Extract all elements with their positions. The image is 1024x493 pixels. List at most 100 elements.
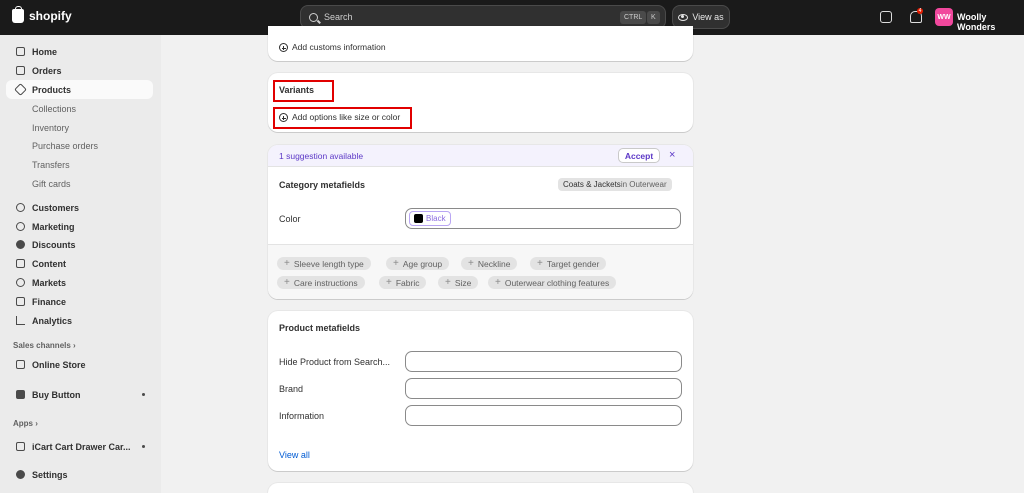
sidebar-item-label: Collections <box>32 103 77 114</box>
sidebar-item-label: Analytics <box>32 315 73 326</box>
information-label: Information <box>279 411 325 421</box>
sidebar-item-purchase-orders[interactable]: Purchase orders <box>6 136 153 155</box>
sales-channels-label: Sales channels <box>13 341 71 350</box>
shipping-card: Add customs information <box>268 26 693 61</box>
category-metafields-title: Category metafields <box>279 180 366 190</box>
pill-sleeve-length[interactable]: + Sleeve length type <box>277 257 371 270</box>
plus-icon: + <box>284 258 290 269</box>
sidebar-item-collections[interactable]: Collections <box>6 99 153 118</box>
add-customs-link[interactable]: Add customs information <box>279 42 386 53</box>
sidebar-item-home[interactable]: Home <box>6 42 153 61</box>
store-name[interactable]: Woolly Wonders <box>957 12 1024 32</box>
sales-channels-heading[interactable]: Sales channels › <box>13 341 76 350</box>
sidebar-item-markets[interactable]: Markets <box>6 273 153 292</box>
sidekick-icon[interactable] <box>880 11 892 23</box>
view-all-link[interactable]: View all <box>279 450 310 460</box>
shortcut-k-key: K <box>647 11 660 24</box>
color-chip[interactable]: Black <box>409 211 451 226</box>
sidebar-item-transfers[interactable]: Transfers <box>6 155 153 174</box>
pill-label: Care instructions <box>293 277 358 288</box>
search-icon <box>309 12 318 22</box>
add-options-button[interactable]: Add options like size or color <box>279 112 401 123</box>
category-name: Coats & Jackets <box>563 180 621 189</box>
color-value: Black <box>426 214 446 223</box>
pill-label: Fabric <box>395 277 420 288</box>
sidebar-item-content[interactable]: Content <box>6 254 153 273</box>
variants-card: Variants Add options like size or color <box>268 73 693 132</box>
category-metafields-card: 1 suggestion available Accept × Category… <box>268 145 693 299</box>
pill-label: Target gender <box>546 258 600 269</box>
chart-icon <box>16 316 25 325</box>
gear-icon <box>16 470 25 479</box>
product-metafields-card: Product metafields Hide Product from Sea… <box>268 311 693 471</box>
sidebar-item-icart[interactable]: iCart Cart Drawer Car... <box>6 437 153 456</box>
suggestion-banner: 1 suggestion available Accept × <box>268 145 693 167</box>
pill-fabric[interactable]: + Fabric <box>379 276 427 289</box>
pill-care-instructions[interactable]: + Care instructions <box>277 276 365 289</box>
sidebar-item-products[interactable]: Products <box>6 80 153 99</box>
pill-label: Outerwear clothing features <box>504 277 610 288</box>
information-field[interactable] <box>405 405 682 426</box>
accept-button[interactable]: Accept <box>618 148 660 163</box>
plus-icon: + <box>468 258 474 269</box>
sidebar-item-label: Content <box>32 258 66 269</box>
sidebar-item-label: Discounts <box>32 239 76 250</box>
sidebar-item-analytics[interactable]: Analytics <box>6 311 153 330</box>
apps-heading[interactable]: Apps › <box>13 419 38 428</box>
close-icon[interactable]: × <box>669 149 675 161</box>
next-card <box>268 483 693 493</box>
sidebar-item-label: iCart Cart Drawer Car... <box>32 441 131 452</box>
sidebar-item-label: Products <box>32 84 72 95</box>
pill-size[interactable]: + Size <box>438 276 479 289</box>
sidebar-item-marketing[interactable]: Marketing <box>6 217 153 236</box>
home-icon <box>16 47 25 56</box>
sidebar-item-label: Finance <box>32 296 67 307</box>
sidebar: Home Orders Products Collections Invento… <box>0 35 161 493</box>
sidebar-item-discounts[interactable]: Discounts <box>6 235 153 254</box>
color-swatch <box>414 214 423 223</box>
plus-icon: + <box>495 277 501 288</box>
shopify-logo[interactable]: shopify <box>12 6 72 23</box>
pill-age-group[interactable]: + Age group <box>386 257 450 270</box>
sidebar-item-label: Orders <box>32 65 62 76</box>
apps-label: Apps <box>13 419 33 428</box>
sidebar-item-customers[interactable]: Customers <box>6 198 153 217</box>
brand-field[interactable] <box>405 378 682 399</box>
pill-outerwear-features[interactable]: + Outerwear clothing features <box>488 276 617 289</box>
orders-icon <box>16 66 25 75</box>
hide-product-field[interactable] <box>405 351 682 372</box>
hide-product-label: Hide Product from Search... <box>279 357 391 367</box>
store-icon <box>16 360 25 369</box>
discount-icon <box>16 240 25 249</box>
more-dot-icon <box>142 393 145 396</box>
add-options-label: Add options like size or color <box>292 112 401 122</box>
content-icon <box>16 259 25 268</box>
view-as-label: View as <box>692 12 724 22</box>
sidebar-item-orders[interactable]: Orders <box>6 61 153 80</box>
globe-icon <box>16 278 25 287</box>
category-badge: Coats & Jackets in Outerwear <box>558 178 672 191</box>
buy-button-icon <box>16 390 25 399</box>
sidebar-item-inventory[interactable]: Inventory <box>6 118 153 137</box>
sidebar-item-gift-cards[interactable]: Gift cards <box>6 174 153 193</box>
sidebar-item-label: Home <box>32 46 58 57</box>
pill-label: Sleeve length type <box>293 258 364 269</box>
sidebar-item-online-store[interactable]: Online Store <box>6 355 153 374</box>
brand-label: Brand <box>279 384 304 394</box>
sidebar-item-label: Inventory <box>32 122 70 133</box>
pill-neckline[interactable]: + Neckline <box>461 257 518 270</box>
eye-icon <box>678 13 689 21</box>
sidebar-item-label: Marketing <box>32 221 75 232</box>
color-field[interactable]: Black <box>405 208 681 229</box>
sidebar-item-buy-button[interactable]: Buy Button <box>6 385 153 404</box>
plus-circle-icon <box>279 43 288 53</box>
target-icon <box>16 222 25 231</box>
pill-target-gender[interactable]: + Target gender <box>530 257 607 270</box>
shortcut-ctrl-key: CTRL <box>620 11 647 24</box>
sidebar-item-settings[interactable]: Settings <box>6 465 153 484</box>
suggestion-text: 1 suggestion available <box>279 151 364 161</box>
sidebar-item-label: Customers <box>32 202 80 213</box>
avatar[interactable]: WW <box>935 8 953 26</box>
sidebar-item-finance[interactable]: Finance <box>6 292 153 311</box>
variants-title: Variants <box>279 85 315 95</box>
